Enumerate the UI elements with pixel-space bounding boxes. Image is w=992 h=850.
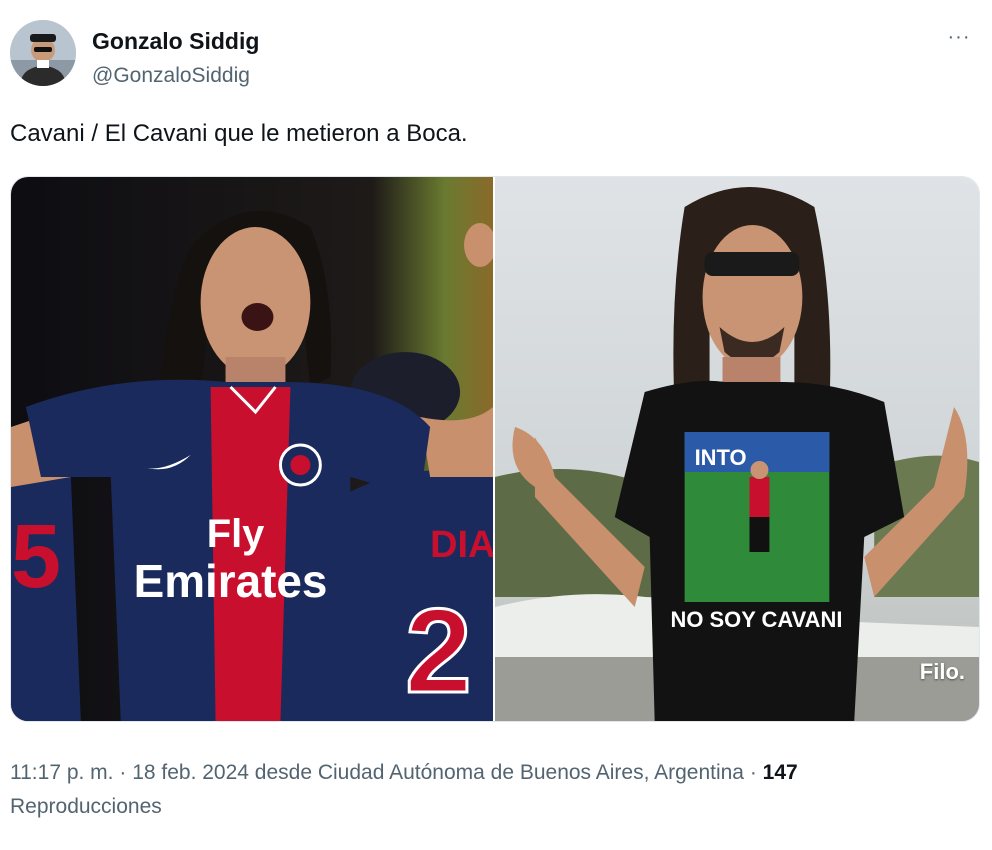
teammate-name: DIA [430, 524, 493, 566]
sponsor-line2: Emirates [134, 555, 328, 607]
author-name[interactable]: Gonzalo Siddig [92, 28, 259, 55]
left-number: 5 [11, 507, 61, 607]
shirt-text: NO SOY CAVANI [670, 607, 842, 632]
photo-cavani-psg[interactable]: DIA 2 5 Fly Emirates [11, 177, 493, 721]
media-grid: DIA 2 5 Fly Emirates INTO NO SOY CAVANI … [10, 176, 980, 722]
sponsor-line1: Fly [207, 512, 265, 556]
author-avatar[interactable] [10, 20, 76, 86]
more-options-icon[interactable]: ··· [944, 24, 974, 50]
shirt-print-top: INTO [695, 445, 747, 470]
views-count[interactable]: 147 [763, 761, 798, 784]
meta-separator: · [113, 761, 133, 784]
tweet-meta: 11:17 p. m. · 18 feb. 2024 desde Ciudad … [10, 756, 970, 824]
views-label[interactable]: Reproducciones [10, 795, 162, 818]
watermark: Filo. [919, 659, 965, 684]
tweet-location: desde Ciudad Autónoma de Buenos Aires, A… [248, 761, 744, 784]
tweet-time[interactable]: 11:17 p. m. [10, 761, 114, 784]
tweet-date[interactable]: 18 feb. 2024 [132, 761, 249, 784]
photo-lookalike[interactable]: INTO NO SOY CAVANI Filo. [493, 177, 979, 721]
tweet-text: Cavani / El Cavani que le metieron a Boc… [10, 120, 468, 147]
teammate-number: 2 [405, 584, 472, 718]
meta-separator-2: · [744, 761, 763, 784]
author-handle[interactable]: @GonzaloSiddig [92, 64, 250, 88]
